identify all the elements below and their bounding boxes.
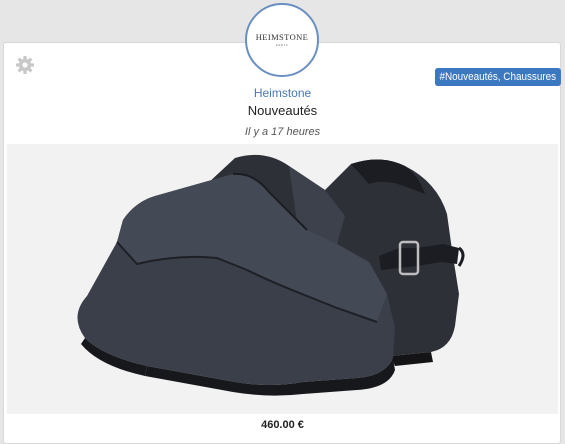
post-category: Nouveautés (247, 103, 318, 118)
product-price: 460.00 € (261, 419, 304, 431)
gear-icon[interactable] (15, 55, 35, 75)
boots-illustration (77, 154, 465, 396)
brand-logo[interactable]: HEIMSTONE PARIS (245, 3, 319, 77)
product-image[interactable] (7, 144, 558, 414)
brand-logo-subtext: PARIS (275, 42, 289, 47)
brand-logo-text: HEIMSTONE (255, 32, 309, 43)
post-timestamp: Il y a 17 heures (244, 126, 321, 138)
tags-badge[interactable]: #Nouveautés, Chaussures (435, 68, 561, 86)
brand-name-link[interactable]: Heimstone (0, 86, 565, 100)
